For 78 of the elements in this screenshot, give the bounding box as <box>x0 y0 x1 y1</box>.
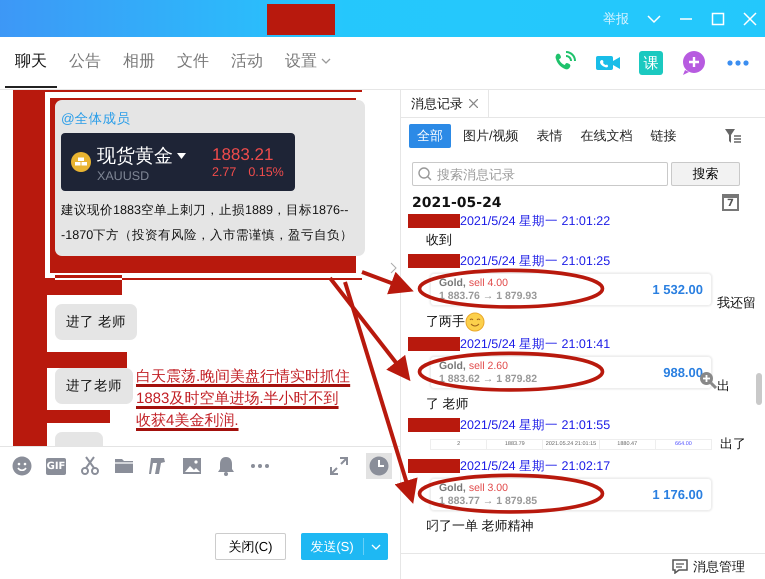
trade-action: sell 3.00 <box>468 482 508 495</box>
quote-name: 现货黄金 <box>97 145 173 169</box>
quote-symbol: XAUUSD <box>97 169 150 183</box>
caret-icon <box>177 153 186 159</box>
trade-prices: 1 883.62 → 1 879.82 <box>439 372 538 386</box>
bell-icon[interactable] <box>216 456 236 476</box>
tab[interactable]: 公告 <box>59 38 111 88</box>
screenshot-icon[interactable] <box>148 456 168 476</box>
message-icon[interactable] <box>672 559 688 574</box>
annotation-text: 白天震荡.晚间美盘行情实时抓住1883及时空单进场.半小时不到收获4美金利润. <box>136 367 351 431</box>
panel-tab[interactable]: 消息记录 <box>411 94 463 112</box>
tab[interactable]: 相册 <box>113 38 165 88</box>
trade-prices: 1 883.76 → 1 879.93 <box>439 290 538 302</box>
chevron-right-icon[interactable] <box>390 262 398 274</box>
trade-symbol: Gold, <box>439 482 466 495</box>
tab[interactable]: 活动 <box>221 38 273 88</box>
trade-amount: 1 532.00 <box>652 280 703 298</box>
quote-price: 1883.21 <box>212 145 274 165</box>
date-heading: 2021-05-24 <box>412 194 502 210</box>
message-time: 2021/5/24 星期一 21:01:41 <box>460 336 610 352</box>
close-icon[interactable] <box>469 99 478 108</box>
redaction-mark <box>408 214 460 228</box>
mention-link[interactable]: @全体成员 <box>61 110 360 128</box>
gif-button[interactable]: GIF <box>46 458 66 474</box>
scissors-icon[interactable] <box>80 456 100 476</box>
filter-tab[interactable]: 图片/视频 <box>457 124 525 148</box>
tab[interactable]: 聊天 <box>5 38 57 88</box>
search-field[interactable]: 搜索消息记录 <box>412 162 668 186</box>
trade-action: sell 4.00 <box>468 276 508 290</box>
emoji-icon[interactable] <box>12 456 32 476</box>
message-text: 出 <box>717 378 730 393</box>
search-icon <box>418 167 432 181</box>
search-button[interactable]: 搜索 <box>671 162 740 186</box>
tab[interactable]: 文件 <box>167 38 219 88</box>
filter-tab[interactable]: 全部 <box>409 124 451 148</box>
scrollbar-thumb[interactable] <box>756 373 762 405</box>
message-text: 叼了一单 老师精神 <box>426 518 534 534</box>
redaction-mark <box>408 418 460 432</box>
folder-icon[interactable] <box>114 456 134 476</box>
quote-change: 2.77 <box>212 165 236 179</box>
filter-tab[interactable]: 在线文档 <box>574 124 639 148</box>
message-text: 建议现价1883空单上刺刀，止损1889，目标1876---1870下方（投资有风险，入市需谨慎，盈亏自负） <box>61 202 354 244</box>
message-text: 出了 <box>720 436 746 451</box>
trade-symbol: Gold, <box>439 360 466 372</box>
message-bubble: 进了 老师 <box>55 304 137 340</box>
trade-amount: 1 176.00 <box>652 486 703 504</box>
maximize-icon[interactable] <box>711 12 725 26</box>
message-text: 我还留 <box>717 295 756 310</box>
trade-amount: 988.00 <box>663 364 703 382</box>
message-text: 了 老师 <box>426 396 469 411</box>
quote-percent: 0.15% <box>248 165 284 179</box>
message-bubble: 进了老师 <box>55 368 133 404</box>
message-time: 2021/5/24 星期一 21:01:22 <box>460 212 610 230</box>
calendar-button[interactable]: 7 <box>722 194 739 211</box>
smiley-icon <box>465 312 485 332</box>
add-icon[interactable] <box>681 50 707 76</box>
trade-symbol: Gold, <box>439 276 466 290</box>
filter-icon[interactable] <box>725 129 741 143</box>
filter-tab[interactable]: 链接 <box>644 124 683 148</box>
message-time: 2021/5/24 星期一 21:01:55 <box>460 416 610 434</box>
coin-icon <box>71 152 91 172</box>
image-icon[interactable] <box>182 456 202 476</box>
redaction-mark <box>408 254 460 268</box>
trade-prices: 1 883.77 → 1 879.85 <box>439 494 538 508</box>
caret-icon <box>371 542 381 552</box>
redaction-mark <box>267 4 335 35</box>
history-button[interactable] <box>366 453 392 479</box>
close-button[interactable]: 关闭(C) <box>215 533 286 560</box>
trade-action: sell 2.60 <box>468 360 508 372</box>
message-time: 2021/5/24 星期一 21:02:17 <box>460 458 610 475</box>
message-text: 收到 <box>426 232 452 247</box>
filter-tab[interactable]: 表情 <box>530 124 569 148</box>
redaction-mark <box>408 337 460 351</box>
message-text: 了两手 <box>426 313 465 328</box>
message-time: 2021/5/24 星期一 21:01:25 <box>460 252 610 270</box>
message-manager-link[interactable]: 消息管理 <box>693 558 745 576</box>
redaction-mark <box>408 459 460 474</box>
tab[interactable]: 设置 <box>275 38 341 88</box>
